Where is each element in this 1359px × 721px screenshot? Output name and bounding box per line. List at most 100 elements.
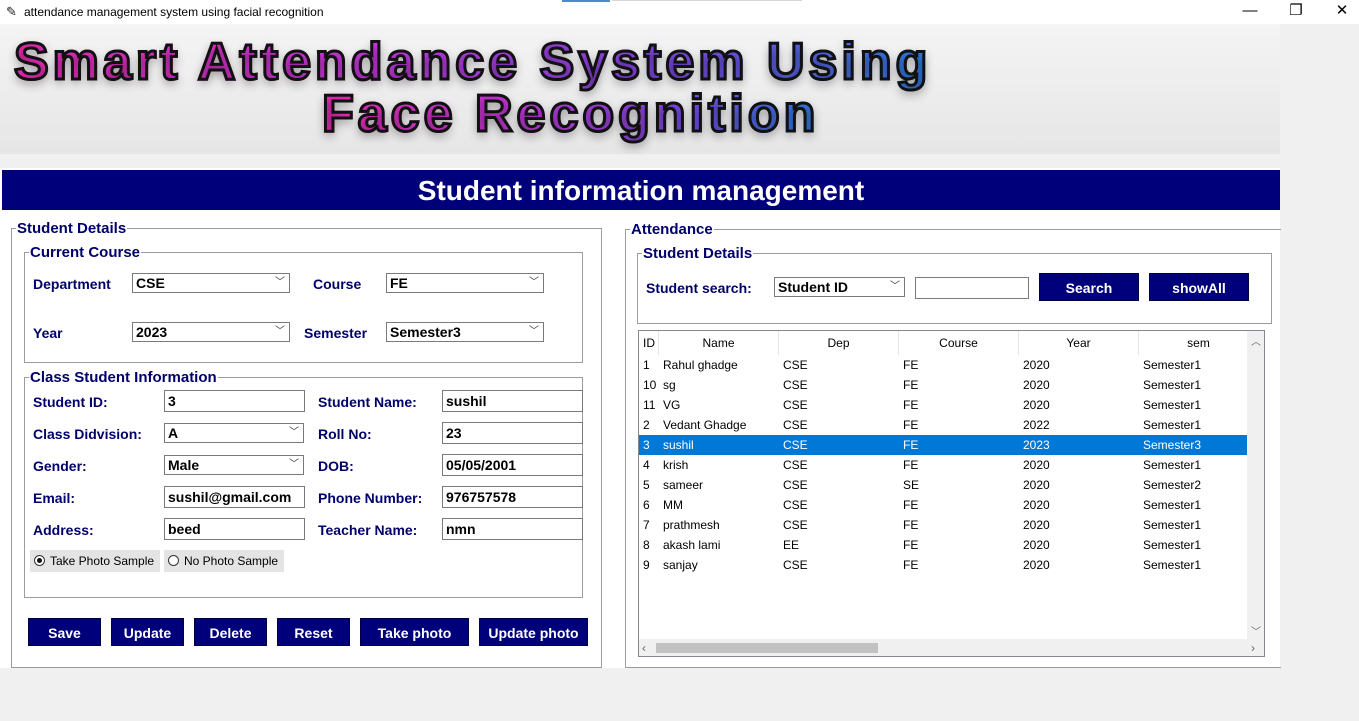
table-cell-sem: Semester3 [1143,438,1202,452]
table-row[interactable]: 11 VG CSE FE 2020 Semester1 [639,395,1248,415]
column-header-dep[interactable]: Dep [779,331,899,355]
table-cell-dep: CSE [783,458,808,472]
year-select[interactable]: 2023 ﹀ [132,322,290,342]
take-photo-sample-radio[interactable]: Take Photo Sample [30,550,161,572]
table-cell-name: VG [663,398,681,412]
scroll-right-icon[interactable]: › [1251,641,1255,655]
update-button[interactable]: Update [111,618,184,646]
no-photo-sample-radio[interactable]: No Photo Sample [164,550,285,572]
search-button[interactable]: Search [1039,273,1139,301]
scroll-up-icon[interactable]: ︿ [1251,333,1261,348]
student-search-label: Student search: [646,280,752,296]
minimize-icon[interactable]: — [1227,0,1273,24]
department-select[interactable]: CSE ﹀ [132,273,290,293]
table-row[interactable]: 2 Vedant Ghadge CSE FE 2022 Semester1 [639,415,1248,435]
attendance-table[interactable]: ID Name Dep Course Year sem 1 Rahul ghadge CSE F… [638,330,1265,657]
horizontal-scroll-thumb[interactable] [656,643,878,653]
table-cell-dep: CSE [783,558,808,572]
class-division-select[interactable]: A ﹀ [164,423,304,443]
address-input[interactable]: beed [164,518,305,540]
student-id-input[interactable]: 3 [164,390,305,412]
scroll-down-icon[interactable]: ﹀ [1251,623,1261,638]
table-row[interactable]: 4 krish CSE FE 2020 Semester1 [639,455,1248,475]
delete-button[interactable]: Delete [194,618,267,646]
reset-button[interactable]: Reset [277,618,350,646]
table-cell-year: 2020 [1023,538,1050,552]
gender-select[interactable]: Male ﹀ [164,455,304,475]
table-cell-dep: EE [783,538,800,552]
dob-label: DOB: [318,458,354,474]
close-icon[interactable]: ✕ [1319,0,1359,24]
column-header-sem[interactable]: sem [1139,331,1259,355]
semester-select[interactable]: Semester3 ﹀ [386,322,544,342]
table-cell-year: 2020 [1023,458,1050,472]
year-label: Year [33,325,63,341]
save-button[interactable]: Save [28,618,101,646]
course-select[interactable]: FE ﹀ [386,273,544,293]
column-header-name[interactable]: Name [659,331,779,355]
table-header: ID Name Dep Course Year sem [639,331,1259,355]
address-label: Address: [33,522,94,538]
table-cell-name: prathmesh [663,518,720,532]
table-cell-id: 1 [643,358,650,372]
table-row[interactable]: 1 Rahul ghadge CSE FE 2020 Semester1 [639,355,1248,375]
chevron-down-icon: ﹀ [275,326,285,337]
gender-value: Male [168,457,200,473]
year-value: 2023 [136,324,168,340]
gender-label: Gender: [33,458,87,474]
table-cell-course: FE [903,378,919,392]
table-cell-year: 2020 [1023,558,1050,572]
table-row[interactable]: 9 sanjay CSE FE 2020 Semester1 [639,555,1248,575]
table-row[interactable]: 10 sg CSE FE 2020 Semester1 [639,375,1248,395]
table-row[interactable]: 6 MM CSE FE 2020 Semester1 [639,495,1248,515]
radio-selected-icon [34,555,45,566]
department-label: Department [33,276,111,292]
class-division-label: Class Didvision: [33,426,142,442]
table-cell-name: sg [663,378,676,392]
search-by-value: Student ID [778,279,848,295]
email-input[interactable]: sushil@gmail.com [164,486,305,508]
table-cell-year: 2023 [1023,438,1050,452]
table-cell-year: 2020 [1023,478,1050,492]
email-label: Email: [33,490,76,506]
chevron-down-icon: ﹀ [529,277,539,288]
show-all-button[interactable]: showAll [1149,273,1249,301]
column-header-id[interactable]: ID [639,331,659,355]
dob-input[interactable]: 05/05/2001 [442,454,583,476]
restore-icon[interactable]: ❐ [1273,0,1319,24]
department-value: CSE [136,275,165,291]
feather-icon: ✎ [6,4,17,19]
teacher-name-input[interactable]: nmn [442,518,583,540]
table-cell-name: krish [663,458,689,472]
table-cell-year: 2020 [1023,398,1050,412]
student-id-label: Student ID: [33,394,108,410]
vertical-scrollbar[interactable]: ︿ ﹀ [1247,331,1264,639]
search-by-select[interactable]: Student ID ﹀ [774,277,905,297]
student-name-input[interactable]: sushil [442,390,583,412]
phone-number-input[interactable]: 976757578 [442,486,583,508]
search-frame-title: Student Details [643,245,753,262]
table-row[interactable]: 5 sameer CSE SE 2020 Semester2 [639,475,1248,495]
roll-no-input[interactable]: 23 [442,422,583,444]
column-header-course[interactable]: Course [899,331,1019,355]
class-student-info-title: Class Student Information [30,369,217,386]
scroll-left-icon[interactable]: ‹ [642,641,646,655]
table-cell-sem: Semester1 [1143,558,1202,572]
table-row[interactable]: 3 sushil CSE FE 2023 Semester3 [639,435,1248,455]
class-division-value: A [168,425,179,441]
table-cell-course: FE [903,438,919,452]
table-cell-year: 2020 [1023,518,1050,532]
table-cell-name: Rahul ghadge [663,358,738,372]
take-photo-button[interactable]: Take photo [360,618,469,646]
column-header-year[interactable]: Year [1019,331,1139,355]
banner-title-line1: Smart Attendance System Using [12,32,932,93]
table-row[interactable]: 8 akash lami EE FE 2020 Semester1 [639,535,1248,555]
update-photo-button[interactable]: Update photo [479,618,588,646]
table-row[interactable]: 7 prathmesh CSE FE 2020 Semester1 [639,515,1248,535]
taskbar-indicator [562,0,610,2]
window-title: attendance management system using facia… [24,5,324,19]
table-cell-sem: Semester1 [1143,538,1202,552]
horizontal-scrollbar[interactable]: ‹ › [639,639,1264,656]
search-input[interactable] [915,277,1029,299]
table-cell-name: sanjay [663,558,698,572]
